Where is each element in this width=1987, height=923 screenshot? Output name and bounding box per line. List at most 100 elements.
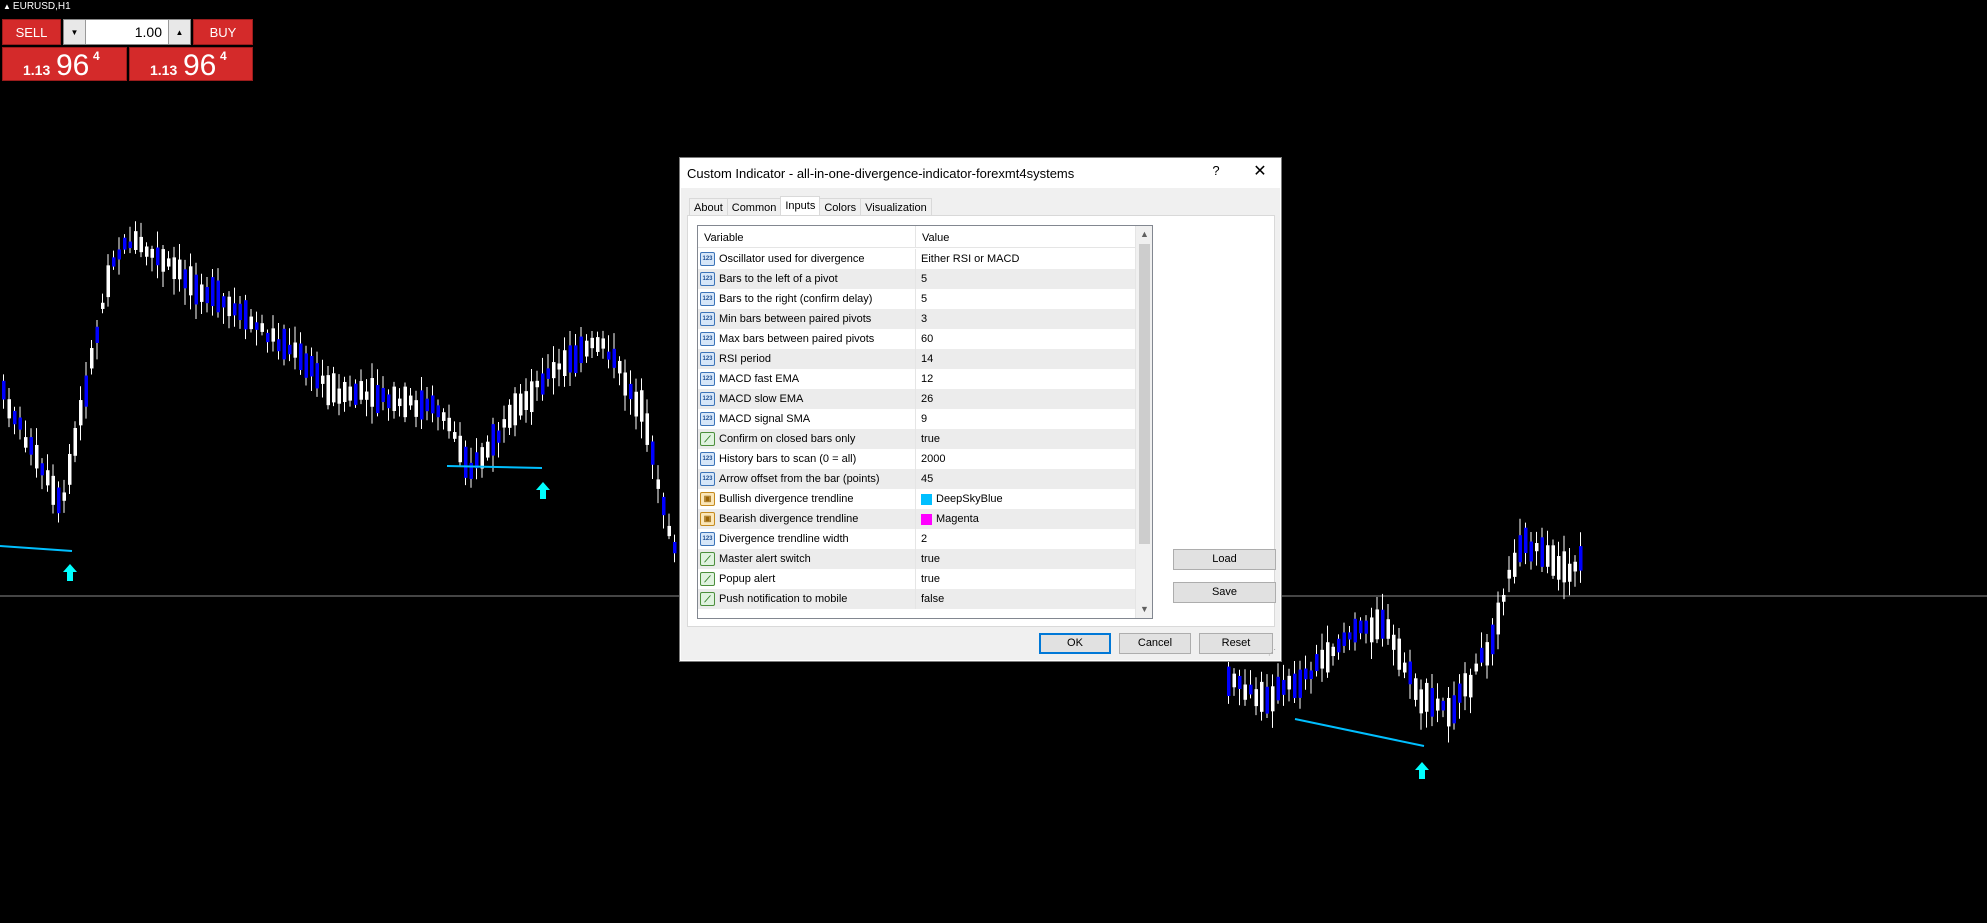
variable-value[interactable]: 26 bbox=[921, 393, 933, 405]
variable-name: Max bars between paired pivots bbox=[719, 333, 875, 345]
scroll-down-icon[interactable]: ▼ bbox=[1136, 601, 1152, 618]
table-row[interactable]: ⟋ Popup alert true bbox=[698, 569, 1135, 589]
table-row[interactable]: 123 MACD fast EMA 12 bbox=[698, 369, 1135, 389]
variable-value[interactable]: false bbox=[921, 593, 944, 605]
scrollbar-thumb[interactable] bbox=[1139, 244, 1150, 544]
candle-body bbox=[205, 287, 209, 304]
candle-body bbox=[546, 368, 550, 379]
table-row[interactable]: ▣ Bullish divergence trendline DeepSkyBlue bbox=[698, 489, 1135, 509]
variable-value[interactable]: 5 bbox=[921, 293, 927, 305]
variable-value[interactable]: Either RSI or MACD bbox=[921, 253, 1019, 265]
cancel-button[interactable]: Cancel bbox=[1119, 633, 1191, 654]
variable-value[interactable]: 3 bbox=[921, 313, 927, 325]
table-row[interactable]: 123 History bars to scan (0 = all) 2000 bbox=[698, 449, 1135, 469]
variable-value[interactable]: 14 bbox=[921, 353, 933, 365]
column-header-variable[interactable]: Variable bbox=[698, 226, 916, 248]
candle-body bbox=[1562, 551, 1566, 583]
variable-value[interactable]: 45 bbox=[921, 473, 933, 485]
tab-common[interactable]: Common bbox=[726, 198, 782, 216]
value-cell[interactable]: DeepSkyBlue bbox=[916, 489, 1135, 509]
candle-body bbox=[266, 332, 270, 343]
close-icon[interactable]: ✕ bbox=[1249, 161, 1271, 183]
table-row[interactable]: 123 RSI period 14 bbox=[698, 349, 1135, 369]
value-cell[interactable]: 5 bbox=[916, 269, 1135, 289]
lot-size-field[interactable]: ▼ 1.00 ▲ bbox=[63, 19, 191, 45]
sell-price[interactable]: 1.13 96 4 bbox=[2, 47, 127, 82]
variable-value[interactable]: 2000 bbox=[921, 453, 945, 465]
resize-grip-icon[interactable]: ⋰ bbox=[1268, 648, 1278, 658]
tab-visualization[interactable]: Visualization bbox=[860, 198, 932, 216]
tab-about[interactable]: About bbox=[689, 198, 728, 216]
value-cell[interactable]: true bbox=[916, 429, 1135, 449]
variable-value[interactable]: 5 bbox=[921, 273, 927, 285]
collapse-triangle-icon[interactable]: ▲ bbox=[3, 2, 11, 11]
value-cell[interactable]: 5 bbox=[916, 289, 1135, 309]
reset-button[interactable]: Reset bbox=[1199, 633, 1273, 654]
table-row[interactable]: 123 Min bars between paired pivots 3 bbox=[698, 309, 1135, 329]
value-cell[interactable]: true bbox=[916, 569, 1135, 589]
variable-value[interactable]: 2 bbox=[921, 533, 927, 545]
value-cell[interactable]: 2000 bbox=[916, 449, 1135, 469]
tab-colors[interactable]: Colors bbox=[819, 198, 862, 216]
table-row[interactable]: 123 Divergence trendline width 2 bbox=[698, 529, 1135, 549]
value-cell[interactable]: false bbox=[916, 589, 1135, 609]
variable-value[interactable]: 60 bbox=[921, 333, 933, 345]
value-cell[interactable]: 9 bbox=[916, 409, 1135, 429]
candle-body bbox=[227, 296, 231, 317]
sell-button[interactable]: SELL bbox=[2, 19, 61, 45]
dialog-titlebar[interactable]: Custom Indicator - all-in-one-divergence… bbox=[680, 158, 1281, 188]
value-cell[interactable]: 14 bbox=[916, 349, 1135, 369]
table-row[interactable]: 123 MACD slow EMA 26 bbox=[698, 389, 1135, 409]
variable-value[interactable]: true bbox=[921, 433, 940, 445]
value-cell[interactable]: Magenta bbox=[916, 509, 1135, 529]
help-icon[interactable]: ? bbox=[1206, 163, 1226, 183]
table-row[interactable]: 123 Bars to the left of a pivot 5 bbox=[698, 269, 1135, 289]
variable-value[interactable]: DeepSkyBlue bbox=[936, 493, 1003, 505]
table-row[interactable]: 123 Max bars between paired pivots 60 bbox=[698, 329, 1135, 349]
value-cell[interactable]: 60 bbox=[916, 329, 1135, 349]
candle-body bbox=[79, 400, 83, 426]
variable-value[interactable]: Magenta bbox=[936, 513, 979, 525]
candle-body bbox=[673, 541, 677, 554]
table-row[interactable]: ⟋ Push notification to mobile false bbox=[698, 589, 1135, 609]
candle-body bbox=[1287, 675, 1291, 690]
table-row[interactable]: ⟋ Confirm on closed bars only true bbox=[698, 429, 1135, 449]
table-row[interactable]: 123 Arrow offset from the bar (points) 45 bbox=[698, 469, 1135, 489]
buy-price[interactable]: 1.13 96 4 bbox=[129, 47, 253, 82]
lot-increase-icon[interactable]: ▲ bbox=[168, 20, 190, 44]
inputs-table-scrollbar[interactable]: ▲ ▼ bbox=[1135, 226, 1152, 618]
value-cell[interactable]: 45 bbox=[916, 469, 1135, 489]
value-cell[interactable]: 2 bbox=[916, 529, 1135, 549]
value-cell[interactable]: 26 bbox=[916, 389, 1135, 409]
table-row[interactable]: 123 Bars to the right (confirm delay) 5 bbox=[698, 289, 1135, 309]
value-cell[interactable]: 12 bbox=[916, 369, 1135, 389]
table-row[interactable]: 123 Oscillator used for divergence Either … bbox=[698, 249, 1135, 269]
column-header-value[interactable]: Value bbox=[916, 226, 1135, 248]
value-cell[interactable]: 3 bbox=[916, 309, 1135, 329]
tab-inputs[interactable]: Inputs bbox=[780, 196, 821, 216]
candle-body bbox=[486, 441, 490, 458]
candle-body bbox=[1381, 609, 1385, 639]
table-row[interactable]: 123 MACD signal SMA 9 bbox=[698, 409, 1135, 429]
table-row[interactable]: ⟋ Master alert switch true bbox=[698, 549, 1135, 569]
variable-value[interactable]: 12 bbox=[921, 373, 933, 385]
ok-button[interactable]: OK bbox=[1039, 633, 1111, 654]
candle-body bbox=[167, 258, 171, 267]
variable-value[interactable]: true bbox=[921, 553, 940, 565]
candle-body bbox=[1342, 632, 1346, 646]
value-cell[interactable]: Either RSI or MACD bbox=[916, 249, 1135, 269]
candle-body bbox=[1414, 678, 1418, 700]
variable-cell: 123 Arrow offset from the bar (points) bbox=[698, 469, 916, 489]
load-button[interactable]: Load bbox=[1173, 549, 1276, 570]
save-button[interactable]: Save bbox=[1173, 582, 1276, 603]
variable-cell: ▣ Bullish divergence trendline bbox=[698, 489, 916, 509]
lot-decrease-icon[interactable]: ▼ bbox=[64, 20, 86, 44]
buy-button[interactable]: BUY bbox=[193, 19, 253, 45]
candle-body bbox=[255, 322, 259, 330]
value-cell[interactable]: true bbox=[916, 549, 1135, 569]
scroll-up-icon[interactable]: ▲ bbox=[1136, 226, 1152, 243]
variable-value[interactable]: true bbox=[921, 573, 940, 585]
lot-size-value[interactable]: 1.00 bbox=[135, 24, 162, 40]
variable-value[interactable]: 9 bbox=[921, 413, 927, 425]
table-row[interactable]: ▣ Bearish divergence trendline Magenta bbox=[698, 509, 1135, 529]
